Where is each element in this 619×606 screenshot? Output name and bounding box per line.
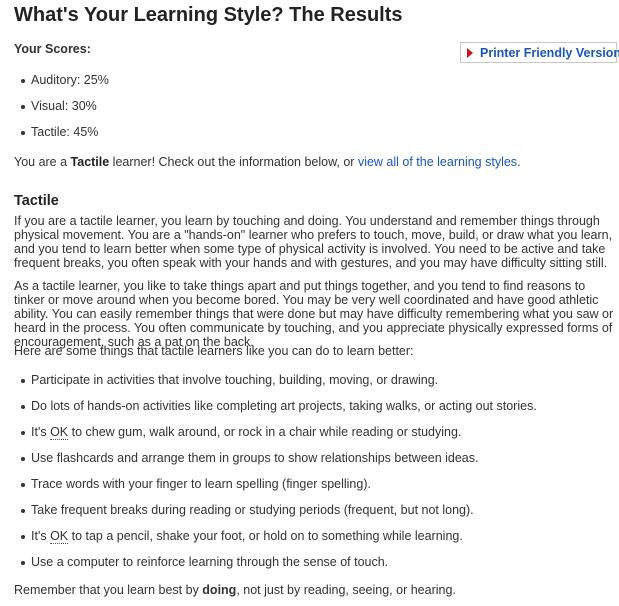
closing-bold: doing	[202, 583, 237, 597]
result-style: Tactile	[70, 155, 110, 169]
closing-suffix: , not just by reading, seeing, or hearin…	[236, 583, 456, 597]
tip-item: Trace words with your finger to learn sp…	[21, 477, 371, 491]
printer-friendly-button[interactable]: Printer Friendly Version	[460, 42, 619, 63]
closing-prefix: Remember that you learn best by	[14, 583, 203, 597]
tip-item: It's OK to chew gum, walk around, or roc…	[20, 425, 462, 440]
description-paragraph-2: As a tactile learner, you like to take t…	[14, 279, 614, 349]
section-title: Tactile	[14, 193, 59, 209]
ok-abbreviation: OK	[50, 529, 69, 544]
score-item-auditory: Auditory: 25%	[21, 73, 109, 87]
score-item-tactile: Tactile: 45%	[20, 125, 99, 139]
tip-item: Use a computer to reinforce learning thr…	[20, 555, 389, 569]
tips-intro: Here are some things that tactile learne…	[14, 344, 414, 358]
tip-its-prefix: It's	[31, 529, 51, 543]
tip-item: Participate in activities that involve t…	[20, 373, 439, 387]
scores-heading: Your Scores:	[14, 42, 91, 56]
tip-its-prefix: It's	[31, 425, 51, 439]
score-item-visual: Visual: 30%	[21, 99, 97, 113]
tip-text: to chew gum, walk around, or rock in a c…	[71, 425, 462, 439]
arrow-right-icon	[467, 47, 473, 58]
result-prefix: You are a	[14, 155, 71, 169]
result-suffix: .	[517, 155, 521, 169]
tip-item: It's OK to tap a pencil, shake your foot…	[21, 529, 463, 544]
tip-item: Take frequent breaks during reading or s…	[21, 503, 474, 517]
tip-item: Use flashcards and arrange them in group…	[20, 451, 479, 465]
printer-friendly-label: Printer Friendly Version	[480, 45, 619, 60]
tip-item: Do lots of hands-on activities like comp…	[21, 399, 537, 413]
result-middle: learner! Check out the information below…	[109, 155, 358, 169]
result-statement: You are a Tactile learner! Check out the…	[14, 155, 521, 169]
ok-abbreviation: OK	[50, 425, 69, 440]
tip-text: to tap a pencil, shake your foot, or hol…	[71, 529, 463, 543]
page-title: What's Your Learning Style? The Results	[14, 4, 403, 26]
closing-statement: Remember that you learn best by doing, n…	[14, 583, 456, 597]
view-all-styles-link[interactable]: view all of the learning styles	[358, 155, 517, 169]
description-paragraph-1: If you are a tactile learner, you learn …	[14, 214, 613, 270]
